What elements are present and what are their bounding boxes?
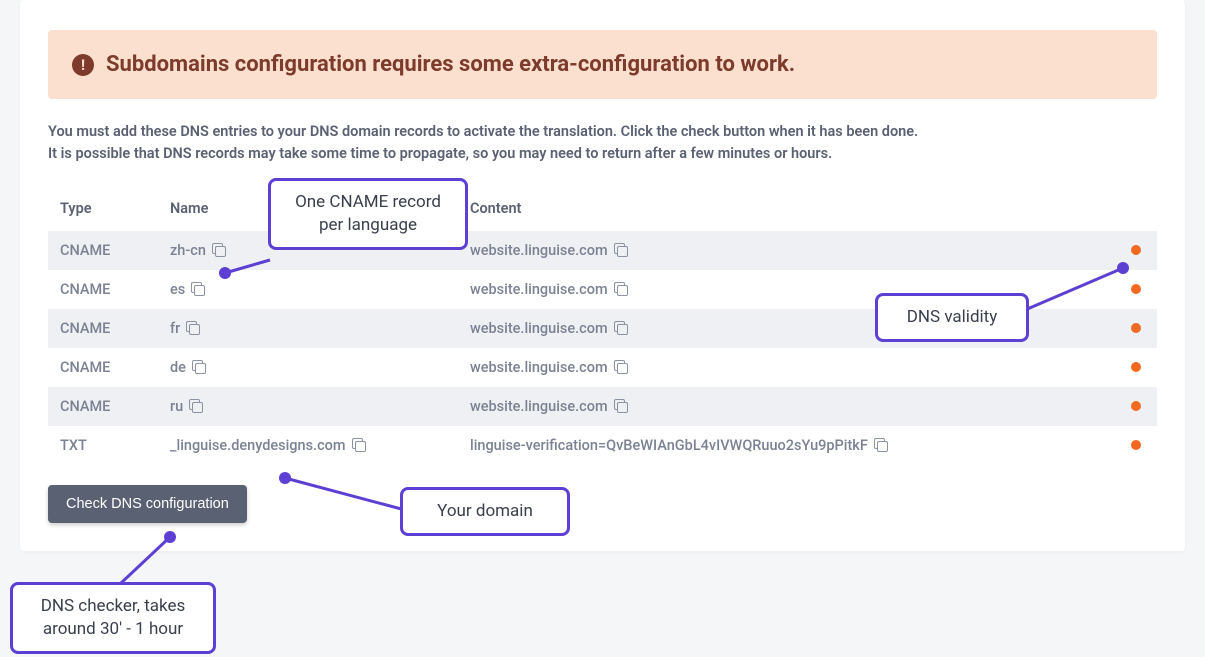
cell-status	[1113, 387, 1157, 426]
name-value: de	[170, 359, 186, 376]
cell-name: ru	[158, 387, 458, 426]
copy-icon[interactable]	[874, 438, 888, 452]
copy-icon[interactable]	[186, 321, 200, 335]
copy-icon[interactable]	[191, 282, 205, 296]
callout-domain: Your domain	[400, 487, 570, 536]
status-dot-icon	[1131, 440, 1141, 450]
content-value: website.linguise.com	[470, 398, 608, 415]
content-value: website.linguise.com	[470, 242, 608, 259]
header-content: Content	[458, 186, 1113, 231]
copy-icon[interactable]	[192, 360, 206, 374]
alert-text: Subdomains configuration requires some e…	[106, 52, 795, 77]
content-value: website.linguise.com	[470, 359, 608, 376]
name-value: ru	[170, 398, 183, 415]
instructions-line-1: You must add these DNS entries to your D…	[48, 121, 1157, 143]
callout-cname: One CNAME record per language	[268, 178, 468, 250]
content-value: website.linguise.com	[470, 281, 608, 298]
status-dot-icon	[1131, 362, 1141, 372]
copy-icon[interactable]	[212, 243, 226, 257]
name-value: fr	[170, 320, 180, 337]
cell-status	[1113, 231, 1157, 270]
warning-alert: ! Subdomains configuration requires some…	[48, 30, 1157, 99]
table-row: CNAME de website.linguise.com	[48, 348, 1157, 387]
exclamation-icon: !	[72, 54, 94, 76]
copy-icon[interactable]	[189, 399, 203, 413]
status-dot-icon	[1131, 245, 1141, 255]
copy-icon[interactable]	[352, 438, 366, 452]
cell-type: CNAME	[48, 231, 158, 270]
name-value: _linguise.denydesigns.com	[170, 437, 346, 454]
cell-type: CNAME	[48, 270, 158, 309]
dns-config-card: ! Subdomains configuration requires some…	[20, 0, 1185, 551]
header-type: Type	[48, 186, 158, 231]
cell-content: website.linguise.com	[458, 348, 1113, 387]
status-dot-icon	[1131, 401, 1141, 411]
name-value: es	[170, 281, 185, 298]
cell-name: fr	[158, 309, 458, 348]
cell-status	[1113, 348, 1157, 387]
copy-icon[interactable]	[614, 243, 628, 257]
header-status	[1113, 186, 1157, 231]
status-dot-icon	[1131, 284, 1141, 294]
table-row: CNAME zh-cn website.linguise.com	[48, 231, 1157, 270]
callout-checker: DNS checker, takes around 30' - 1 hour	[10, 582, 216, 654]
table-row: CNAME ru website.linguise.com	[48, 387, 1157, 426]
cell-type: CNAME	[48, 387, 158, 426]
copy-icon[interactable]	[614, 360, 628, 374]
cell-content: website.linguise.com	[458, 231, 1113, 270]
name-value: zh-cn	[170, 242, 206, 259]
copy-icon[interactable]	[614, 399, 628, 413]
status-dot-icon	[1131, 323, 1141, 333]
copy-icon[interactable]	[614, 321, 628, 335]
callout-validity: DNS validity	[875, 293, 1029, 342]
cell-status	[1113, 270, 1157, 309]
content-value: linguise-verification=QvBeWIAnGbL4vIVWQR…	[470, 437, 868, 454]
cell-content: linguise-verification=QvBeWIAnGbL4vIVWQR…	[458, 426, 1113, 465]
instructions-line-2: It is possible that DNS records may take…	[48, 143, 1157, 165]
copy-icon[interactable]	[614, 282, 628, 296]
check-dns-button[interactable]: Check DNS configuration	[48, 485, 247, 523]
instructions-text: You must add these DNS entries to your D…	[48, 121, 1157, 166]
cell-status	[1113, 426, 1157, 465]
cell-name: _linguise.denydesigns.com	[158, 426, 458, 465]
cell-name: es	[158, 270, 458, 309]
content-value: website.linguise.com	[470, 320, 608, 337]
cell-type: CNAME	[48, 348, 158, 387]
cell-status	[1113, 309, 1157, 348]
cell-type: TXT	[48, 426, 158, 465]
table-row: TXT _linguise.denydesigns.com linguise-ver…	[48, 426, 1157, 465]
cell-content: website.linguise.com	[458, 387, 1113, 426]
cell-name: de	[158, 348, 458, 387]
cell-type: CNAME	[48, 309, 158, 348]
